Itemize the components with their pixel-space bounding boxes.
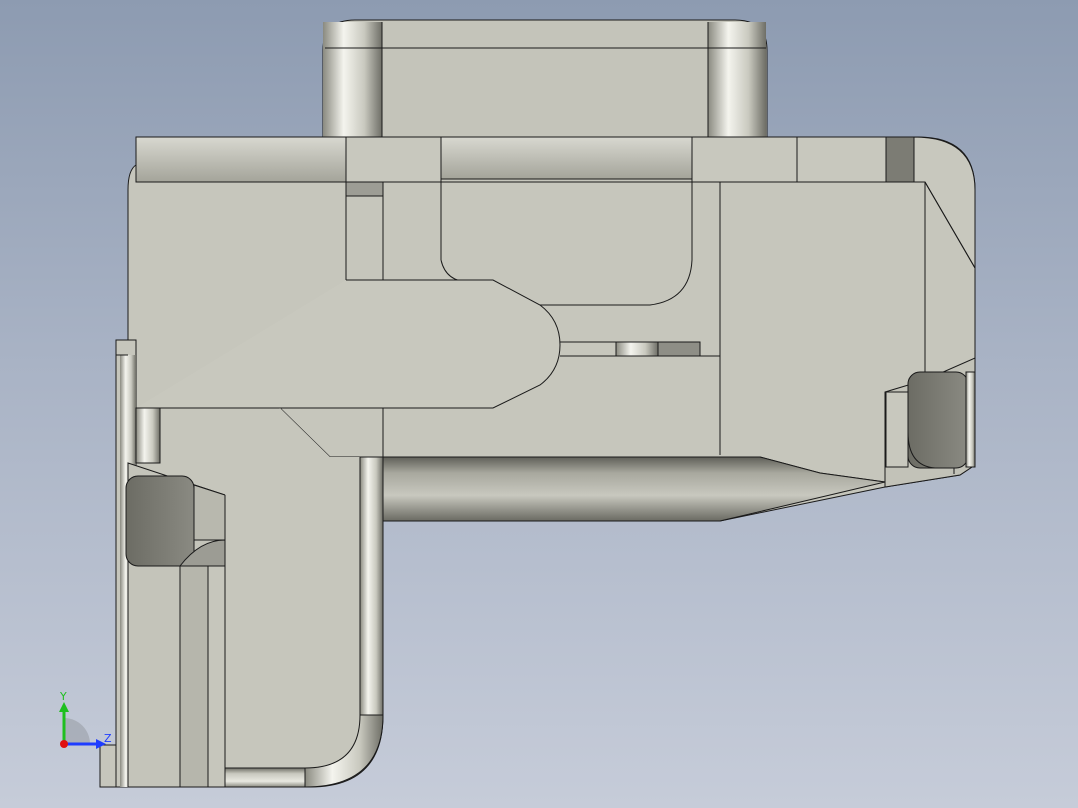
top-boss[interactable] xyxy=(322,19,768,138)
model-faces[interactable] xyxy=(99,19,976,788)
graphics-viewport[interactable]: Y Z xyxy=(0,0,1078,808)
left-latch-dark xyxy=(125,475,195,567)
x-axis-dot xyxy=(60,740,68,748)
coordinate-triad: Y Z xyxy=(40,680,120,760)
right-latch-dark xyxy=(907,371,969,469)
top-boss-left-fillet xyxy=(323,22,382,137)
y-axis-arrowhead xyxy=(59,702,69,712)
top-boss-right-fillet xyxy=(708,22,766,137)
part-model-view[interactable] xyxy=(0,0,1078,808)
dark-slot-top xyxy=(885,136,915,183)
y-axis-label: Y xyxy=(59,690,67,703)
z-axis-label: Z xyxy=(104,732,112,745)
